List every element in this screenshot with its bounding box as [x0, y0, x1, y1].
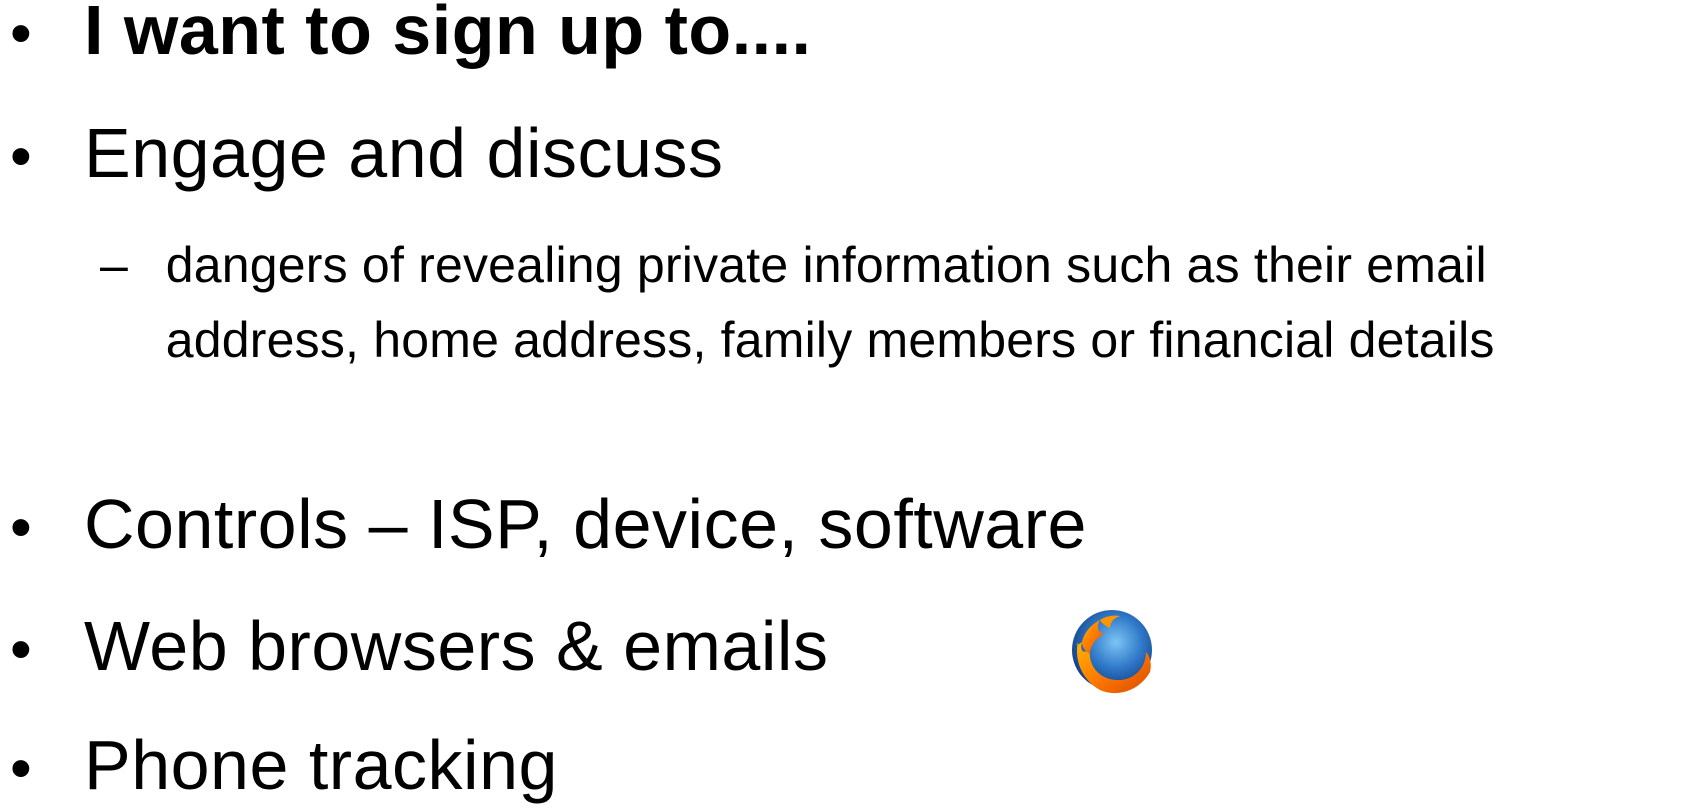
bullet-item: • Web browsers & emails — [0, 606, 828, 686]
bullet-text: I want to sign up to.... — [84, 0, 812, 69]
bullet-item: • Phone tracking — [0, 725, 558, 805]
bullet-item: • Controls – ISP, device, software — [0, 484, 1087, 564]
bullet-text: Engage and discuss — [84, 114, 724, 192]
bullet-marker: • — [10, 122, 32, 191]
sub-bullet-item: – dangers of revealing private informati… — [100, 228, 1680, 378]
bullet-marker: • — [10, 734, 32, 803]
sub-bullet-text: dangers of revealing private information… — [165, 237, 1495, 368]
slide: • I want to sign up to.... • Engage and … — [0, 0, 1690, 811]
bullet-marker: • — [10, 615, 32, 684]
bullet-text: Controls – ISP, device, software — [84, 485, 1087, 563]
bullet-item: • I want to sign up to.... — [0, 0, 811, 70]
bullet-marker: • — [10, 0, 32, 68]
bullet-text: Web browsers & emails — [84, 607, 829, 685]
bullet-text: Phone tracking — [84, 726, 558, 804]
bullet-marker: • — [10, 493, 32, 562]
firefox-logo-icon — [1072, 610, 1152, 694]
sub-bullet-marker: – — [100, 237, 128, 293]
bullet-item: • Engage and discuss — [0, 113, 723, 193]
